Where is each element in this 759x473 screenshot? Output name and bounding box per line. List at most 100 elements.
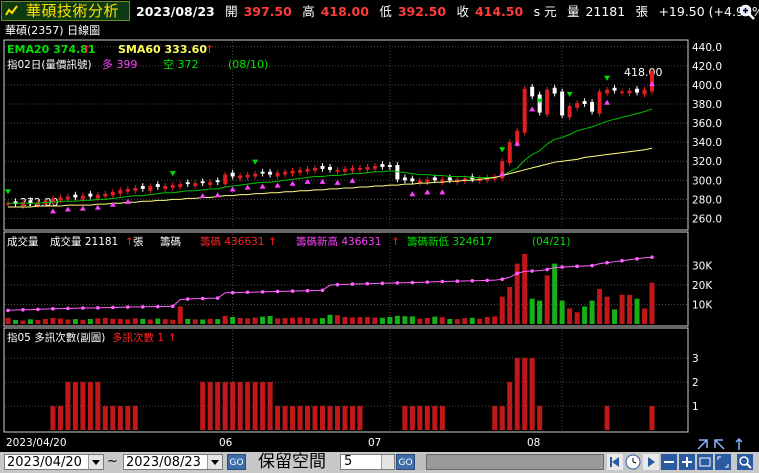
chip-marker — [545, 267, 549, 272]
candle-body — [635, 88, 640, 93]
signal-bar — [260, 382, 266, 430]
price-tick-label: 340.0 — [692, 137, 722, 149]
start-date-select[interactable]: 2023/04/20 — [4, 454, 104, 470]
volume-bar — [260, 316, 266, 324]
candle-body — [148, 186, 153, 191]
spin-down-icon[interactable] — [381, 462, 394, 469]
first-page-icon[interactable] — [607, 454, 623, 470]
search-icon[interactable] — [737, 454, 753, 470]
candle-body — [350, 167, 355, 171]
candle-body — [155, 184, 160, 187]
signal-bar — [50, 406, 56, 430]
volume-bar — [642, 308, 648, 324]
fit-icon[interactable] — [697, 454, 713, 470]
chip-marker — [260, 290, 265, 294]
candle-body — [133, 187, 138, 191]
candle-body — [110, 191, 115, 196]
signal-bar — [499, 406, 505, 430]
spin-up-icon[interactable] — [381, 455, 394, 462]
bull-marker-icon — [514, 140, 521, 146]
candle-body — [253, 173, 258, 177]
candle-body — [58, 197, 63, 201]
bear-marker-icon — [252, 159, 259, 165]
volume-bar — [439, 317, 445, 324]
volume-bar — [230, 316, 236, 324]
bull-marker-icon — [289, 180, 296, 186]
volume-bar — [110, 318, 116, 324]
volume-bar — [140, 318, 146, 324]
volume-bar — [35, 320, 41, 324]
signal-bar — [110, 406, 116, 430]
zoom-out-icon[interactable] — [661, 454, 677, 470]
signal-tick-label: 1 — [692, 401, 699, 413]
signal-bar — [230, 382, 236, 430]
volume-bar — [462, 318, 468, 324]
candle-body — [410, 178, 415, 182]
volume-bar — [5, 317, 11, 324]
signal-bar — [649, 406, 655, 430]
signal-bar — [349, 406, 355, 430]
price-tick-label: 300.0 — [692, 175, 722, 187]
chip-title: 籌碼 — [160, 235, 181, 248]
chip-marker — [185, 297, 190, 301]
volume-bar — [147, 319, 153, 324]
chart-scrollbar[interactable] — [426, 454, 604, 470]
bull-marker-icon — [304, 178, 311, 184]
volume-bar — [222, 315, 228, 324]
chip-marker — [350, 282, 355, 286]
bull-marker-icon — [229, 186, 236, 192]
candle-body — [597, 91, 602, 114]
chevron-down-icon[interactable] — [207, 455, 222, 469]
go-button[interactable]: GO — [227, 454, 246, 470]
end-date-select[interactable]: 2023/08/23 — [123, 454, 223, 470]
chip-marker — [320, 288, 325, 293]
bear-marker-icon — [604, 75, 611, 81]
bear-marker-icon — [536, 98, 543, 104]
price-tick-label: 280.0 — [692, 194, 722, 206]
candle-body — [567, 105, 572, 118]
volume-bar — [634, 298, 640, 324]
signal-bar — [417, 406, 423, 430]
keep-space-input[interactable]: 5 — [340, 454, 395, 470]
candle-body — [402, 177, 407, 181]
volume-bar — [275, 318, 281, 324]
bear-marker-icon — [5, 189, 11, 195]
arrow-upright-icon[interactable] — [714, 439, 725, 450]
play-icon[interactable] — [643, 454, 659, 470]
signal-bar — [514, 358, 520, 430]
arrow-upleft-icon[interactable] — [697, 439, 708, 450]
volume-bar — [454, 319, 460, 324]
zoom-in-icon[interactable] — [679, 454, 695, 470]
price-y-axis: 440.0 420.0 400.0 380.0 360.0 340.0 320.0 300.0… — [692, 42, 722, 226]
bull-marker-icon — [649, 81, 655, 87]
volume-bar — [387, 316, 393, 324]
chip-marker — [290, 289, 295, 293]
chip-marker — [440, 279, 445, 284]
signal-bar — [424, 406, 430, 430]
chip-marker — [365, 281, 370, 286]
chip-marker — [515, 271, 520, 276]
volume-bar — [424, 317, 430, 324]
volume-bar — [582, 306, 588, 324]
chip-marker — [425, 280, 430, 284]
clock-icon[interactable] — [625, 454, 641, 470]
arrow-updown-icon[interactable] — [735, 437, 743, 450]
keep-go-button[interactable]: GO — [396, 454, 415, 470]
candle-body — [432, 177, 437, 181]
expand-icon[interactable] — [715, 454, 731, 470]
candle-body — [260, 171, 265, 174]
signal-up-arrow: ↑ — [168, 332, 177, 344]
candle-body — [507, 142, 512, 164]
signal-y-axis: 3 2 1 — [692, 353, 699, 413]
candle-body — [575, 103, 580, 108]
chart-canvas: 華碩(2357) 日線圖 EMA20 374.81 ↑ SMA60 333.60… — [3, 23, 722, 449]
volume-bar — [447, 318, 453, 324]
signal-bar — [222, 382, 228, 430]
scroll-left-button[interactable] — [415, 454, 426, 470]
volume-bar — [312, 318, 318, 324]
chip-marker — [81, 306, 85, 310]
chip-up-arrow: ↑ — [268, 236, 277, 248]
candle-body — [305, 168, 310, 172]
candle-body — [200, 181, 205, 184]
chevron-down-icon[interactable] — [88, 455, 103, 469]
